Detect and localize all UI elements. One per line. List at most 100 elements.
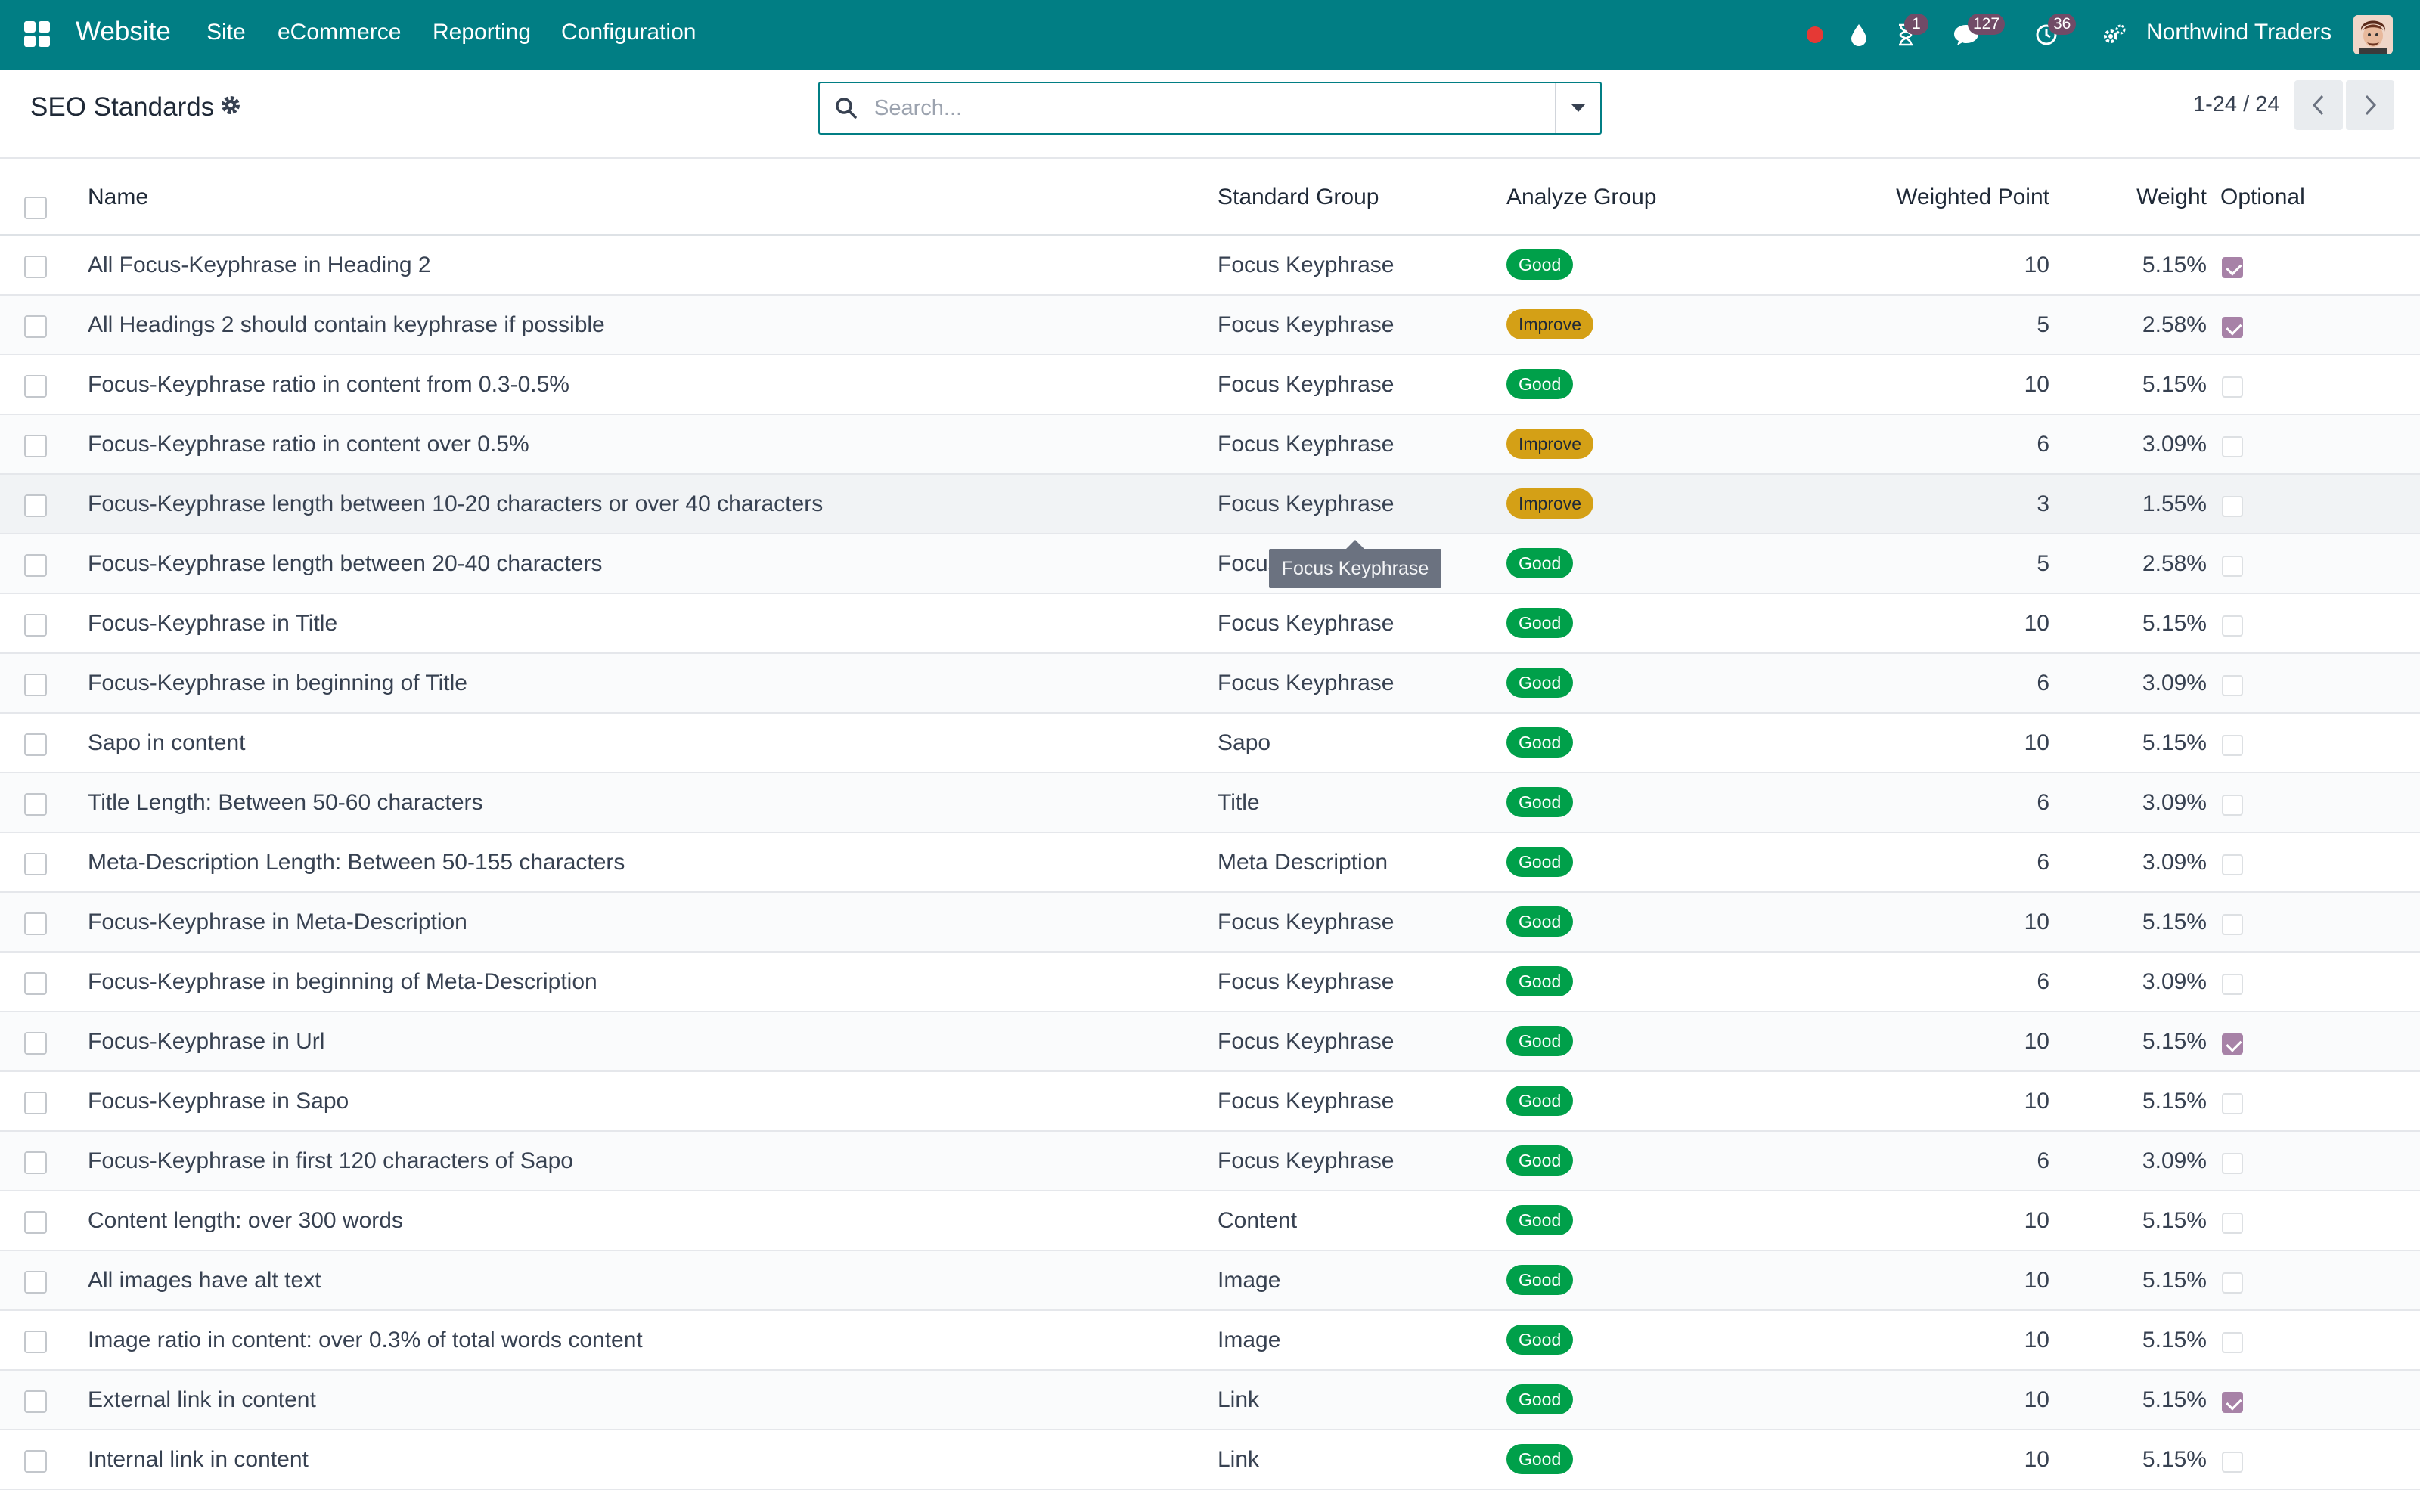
table-row[interactable]: Focus-Keyphrase in Title Focus Keyphrase G… [0, 594, 2420, 654]
row-select-checkbox[interactable] [24, 315, 47, 338]
row-select-checkbox[interactable] [24, 912, 47, 935]
row-select-checkbox[interactable] [24, 554, 47, 577]
table-row[interactable]: Focus-Keyphrase in Url Focus Keyphrase Goo… [0, 1012, 2420, 1072]
row-select-checkbox[interactable] [24, 256, 47, 278]
optional-checkbox[interactable] [2222, 1033, 2243, 1055]
row-weighted-point: 6 [2037, 432, 2049, 457]
optional-checkbox[interactable] [2222, 376, 2243, 398]
row-name: Focus-Keyphrase in beginning of Meta-Des… [88, 969, 597, 994]
search-options-toggle[interactable] [1555, 83, 1600, 133]
column-header-weighted-point[interactable]: Weighted Point [1896, 184, 2049, 210]
row-select-checkbox[interactable] [24, 793, 47, 816]
table-row[interactable]: Focus-Keyphrase in Sapo Focus Keyphrase Go… [0, 1072, 2420, 1132]
row-select-checkbox[interactable] [24, 972, 47, 995]
menu-reporting[interactable]: Reporting [433, 20, 531, 45]
optional-checkbox[interactable] [2222, 615, 2243, 637]
optional-checkbox[interactable] [2222, 1153, 2243, 1174]
table-row[interactable]: Focus-Keyphrase length between 10-20 cha… [0, 475, 2420, 534]
row-select-checkbox[interactable] [24, 614, 47, 637]
column-header-weight[interactable]: Weight [2136, 184, 2207, 210]
optional-checkbox[interactable] [2222, 1392, 2243, 1413]
row-select-checkbox[interactable] [24, 1032, 47, 1055]
row-standard-group: Link [1218, 1447, 1260, 1472]
search-input[interactable] [874, 91, 1525, 125]
row-name: Title Length: Between 50-60 characters [88, 790, 483, 815]
settings-icon[interactable] [2098, 18, 2131, 51]
analyze-group-badge: Improve [1506, 429, 1594, 459]
analyze-group-badge: Good [1506, 369, 1574, 399]
optional-checkbox[interactable] [2222, 1332, 2243, 1353]
optional-checkbox[interactable] [2222, 257, 2243, 278]
row-weight: 5.15% [2142, 372, 2207, 397]
table-row[interactable]: Focus-Keyphrase length between 20-40 cha… [0, 534, 2420, 594]
table-row[interactable]: Focus-Keyphrase in Meta-Description Focus… [0, 893, 2420, 953]
table-row[interactable]: Focus-Keyphrase ratio in content over 0.… [0, 415, 2420, 475]
row-select-checkbox[interactable] [24, 853, 47, 875]
row-select-checkbox[interactable] [24, 435, 47, 457]
table-row[interactable]: Internal link in content Link Good 10 5.15% [0, 1430, 2420, 1490]
table-row[interactable]: Sapo in content Sapo Good 10 5.15% [0, 714, 2420, 773]
pager-previous-button[interactable] [2294, 80, 2343, 130]
column-header-optional[interactable]: Optional [2220, 184, 2305, 210]
row-select-checkbox[interactable] [24, 1331, 47, 1353]
row-select-checkbox[interactable] [24, 1151, 47, 1174]
table-row[interactable]: Image ratio in content: over 0.3% of tot… [0, 1311, 2420, 1371]
table-row[interactable]: All Focus-Keyphrase in Heading 2 Focus Ke… [0, 236, 2420, 296]
row-select-checkbox[interactable] [24, 1092, 47, 1114]
optional-checkbox[interactable] [2222, 1272, 2243, 1294]
table-row[interactable]: Meta-Description Length: Between 50-155 … [0, 833, 2420, 893]
menu-site[interactable]: Site [206, 20, 246, 45]
column-header-name[interactable]: Name [88, 184, 148, 210]
optional-checkbox[interactable] [2222, 795, 2243, 816]
table-row[interactable]: Focus-Keyphrase in first 120 characters … [0, 1132, 2420, 1191]
table-row[interactable]: Focus-Keyphrase in beginning of Title Foc… [0, 654, 2420, 714]
optional-checkbox[interactable] [2222, 317, 2243, 338]
menu-configuration[interactable]: Configuration [561, 20, 696, 45]
pager-value[interactable]: 1-24 / 24 [2193, 92, 2279, 117]
optional-checkbox[interactable] [2222, 974, 2243, 995]
user-avatar[interactable] [2353, 15, 2393, 54]
optional-checkbox[interactable] [2222, 914, 2243, 935]
select-all-checkbox[interactable] [24, 197, 47, 219]
apps-menu-icon[interactable] [24, 21, 50, 47]
optional-checkbox[interactable] [2222, 436, 2243, 457]
gear-icon[interactable] [219, 94, 244, 118]
optional-checkbox[interactable] [2222, 496, 2243, 517]
optional-checkbox[interactable] [2222, 1213, 2243, 1234]
table-row[interactable]: Focus-Keyphrase in beginning of Meta-Des… [0, 953, 2420, 1012]
table-row[interactable]: External link in content Link Good 10 5.15% [0, 1371, 2420, 1430]
company-switcher[interactable]: Northwind Traders [2146, 20, 2332, 45]
row-select-checkbox[interactable] [24, 674, 47, 696]
pager-next-button[interactable] [2346, 80, 2394, 130]
row-select-checkbox[interactable] [24, 1450, 47, 1473]
column-header-analyze-group[interactable]: Analyze Group [1506, 184, 1656, 210]
droplet-icon[interactable] [1842, 18, 1876, 51]
table-row[interactable]: All Headings 2 should contain keyphrase … [0, 296, 2420, 355]
app-brand[interactable]: Website [76, 17, 171, 47]
row-select-checkbox[interactable] [24, 733, 47, 756]
row-select-checkbox[interactable] [24, 1390, 47, 1413]
optional-checkbox[interactable] [2222, 854, 2243, 875]
optional-checkbox[interactable] [2222, 1093, 2243, 1114]
analyze-group-badge: Good [1506, 966, 1574, 996]
row-select-checkbox[interactable] [24, 1211, 47, 1234]
menu-ecommerce[interactable]: eCommerce [278, 20, 401, 45]
optional-checkbox[interactable] [2222, 556, 2243, 577]
row-standard-group: Sapo [1218, 730, 1271, 755]
row-select-checkbox[interactable] [24, 375, 47, 398]
table-row[interactable]: Title Length: Between 50-60 characters Ti… [0, 773, 2420, 833]
status-dot-icon[interactable] [1798, 18, 1832, 51]
optional-checkbox[interactable] [2222, 1452, 2243, 1473]
column-header-standard-group[interactable]: Standard Group [1218, 184, 1379, 210]
table-row[interactable]: All images have alt text Image Good 10 5.15% [0, 1251, 2420, 1311]
table-row[interactable]: Content length: over 300 words Content Goo… [0, 1191, 2420, 1251]
table-row[interactable]: Focus-Keyphrase ratio in content from 0.… [0, 355, 2420, 415]
row-select-checkbox[interactable] [24, 1271, 47, 1294]
search-box[interactable] [818, 82, 1602, 135]
optional-checkbox[interactable] [2222, 675, 2243, 696]
row-weight: 3.09% [2142, 850, 2207, 875]
row-weight: 3.09% [2142, 1148, 2207, 1173]
optional-checkbox[interactable] [2222, 735, 2243, 756]
row-select-checkbox[interactable] [24, 494, 47, 517]
analyze-group-badge: Good [1506, 1265, 1574, 1295]
